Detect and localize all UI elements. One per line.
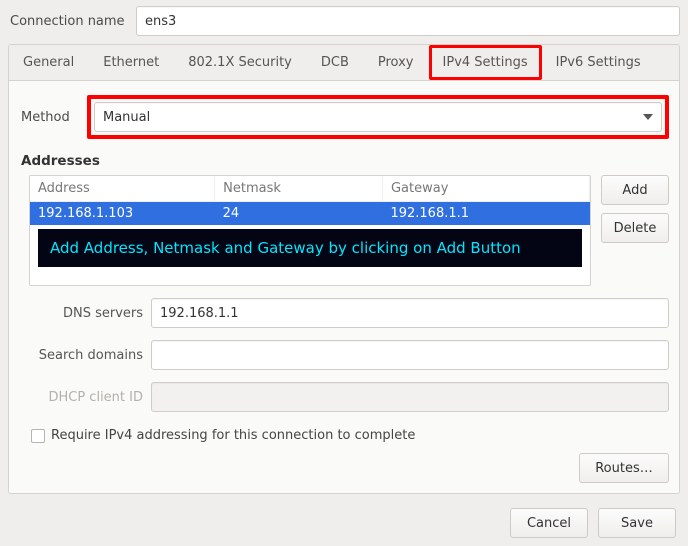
connection-name-input[interactable]	[136, 6, 680, 36]
dns-servers-row: DNS servers	[19, 298, 669, 328]
table-row-empty	[30, 271, 590, 285]
require-ipv4-label: Require IPv4 addressing for this connect…	[51, 428, 415, 443]
dhcp-client-id-row: DHCP client ID	[19, 382, 669, 412]
cell-gateway[interactable]: 192.168.1.1	[382, 202, 589, 226]
col-address[interactable]: Address	[30, 176, 215, 202]
tab-general[interactable]: General	[9, 45, 89, 80]
col-gateway[interactable]: Gateway	[382, 176, 589, 202]
settings-notebook: General Ethernet 802.1X Security DCB Pro…	[8, 44, 680, 494]
tab-dcb[interactable]: DCB	[307, 45, 364, 80]
require-ipv4-checkbox[interactable]	[31, 429, 45, 443]
table-row[interactable]: 192.168.1.103 24 192.168.1.1	[30, 202, 590, 226]
tab-8021x-security[interactable]: 802.1X Security	[174, 45, 307, 80]
chevron-down-icon	[643, 114, 653, 120]
addresses-table: Address Netmask Gateway 192.168.1.103 24…	[30, 176, 590, 285]
dhcp-client-id-input	[151, 382, 669, 412]
addresses-block: Address Netmask Gateway 192.168.1.103 24…	[19, 175, 669, 286]
ipv4-settings-page: Method Manual Addresses Address	[9, 81, 679, 493]
addresses-title: Addresses	[21, 153, 669, 169]
delete-button[interactable]: Delete	[601, 213, 669, 243]
search-domains-label: Search domains	[19, 348, 151, 363]
dialog-footer: Cancel Save	[8, 508, 680, 538]
cell-netmask[interactable]: 24	[215, 202, 383, 226]
connection-name-row: Connection name	[8, 6, 680, 36]
cell-address[interactable]: 192.168.1.103	[30, 202, 215, 226]
col-netmask[interactable]: Netmask	[215, 176, 383, 202]
network-connection-editor: Connection name General Ethernet 802.1X …	[0, 0, 688, 546]
tab-ipv6-settings[interactable]: IPv6 Settings	[542, 45, 656, 80]
connection-name-label: Connection name	[8, 14, 136, 29]
method-row: Method Manual	[19, 95, 669, 139]
routes-button[interactable]: Routes…	[579, 453, 669, 483]
tab-bar: General Ethernet 802.1X Security DCB Pro…	[9, 45, 679, 81]
routes-row: Routes…	[19, 453, 669, 483]
table-header-row: Address Netmask Gateway	[30, 176, 590, 202]
search-domains-row: Search domains	[19, 340, 669, 370]
table-row-empty: Add Address, Netmask and Gateway by clic…	[30, 225, 590, 271]
tab-ipv4-settings[interactable]: IPv4 Settings	[429, 45, 542, 80]
add-button[interactable]: Add	[601, 175, 669, 205]
method-dropdown[interactable]: Manual	[94, 102, 662, 132]
tab-ethernet[interactable]: Ethernet	[89, 45, 174, 80]
instruction-overlay: Add Address, Netmask and Gateway by clic…	[38, 229, 582, 267]
cancel-button[interactable]: Cancel	[510, 508, 588, 538]
save-button[interactable]: Save	[598, 508, 676, 538]
dhcp-client-id-label: DHCP client ID	[19, 390, 151, 405]
method-value: Manual	[103, 110, 150, 125]
method-highlight: Manual	[87, 95, 669, 139]
method-label: Method	[19, 110, 77, 125]
addresses-buttons: Add Delete	[601, 175, 669, 286]
addresses-table-wrap: Address Netmask Gateway 192.168.1.103 24…	[29, 175, 591, 286]
search-domains-input[interactable]	[151, 340, 669, 370]
tab-proxy[interactable]: Proxy	[364, 45, 429, 80]
require-ipv4-row[interactable]: Require IPv4 addressing for this connect…	[31, 428, 669, 443]
dns-servers-label: DNS servers	[19, 306, 151, 321]
dns-servers-input[interactable]	[151, 298, 669, 328]
